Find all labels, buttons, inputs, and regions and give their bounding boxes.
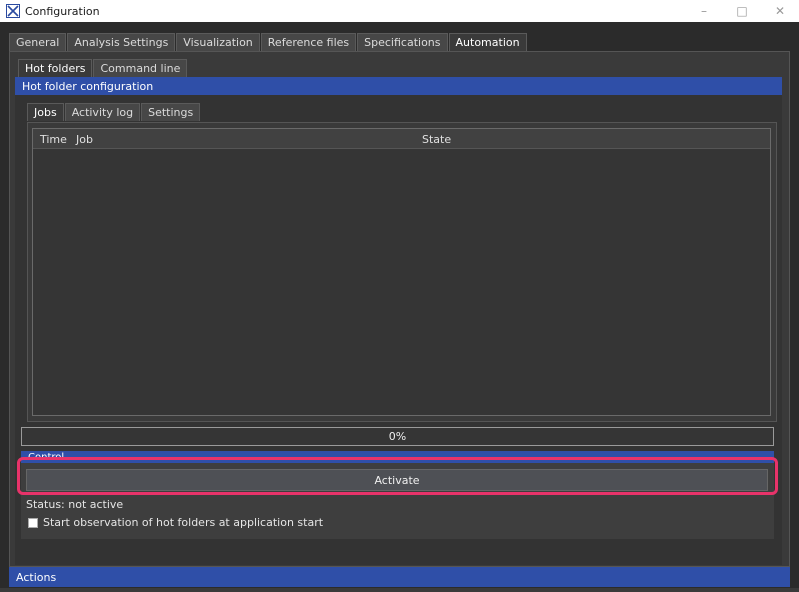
- minimize-icon[interactable]: –: [685, 0, 723, 22]
- jobs-table[interactable]: Time Job State: [32, 128, 771, 416]
- top-tab-bar: General Analysis Settings Visualization …: [9, 33, 528, 51]
- maximize-icon[interactable]: □: [723, 0, 761, 22]
- tab-activity-log[interactable]: Activity log: [64, 103, 141, 121]
- progress-bar: 0%: [21, 427, 774, 446]
- activate-button[interactable]: Activate: [26, 469, 768, 491]
- column-header-state[interactable]: State: [422, 129, 451, 149]
- tab-specifications[interactable]: Specifications: [357, 33, 448, 51]
- tab-settings[interactable]: Settings: [141, 103, 201, 121]
- sub-tab-bar: Hot folders Command line: [18, 59, 188, 77]
- actions-header: Actions: [9, 567, 790, 587]
- jobs-panel: Time Job State: [27, 122, 777, 422]
- hot-folder-content: Jobs Activity log Settings Time Job Stat…: [15, 95, 782, 565]
- inner-tab-bar: Jobs Activity log Settings: [27, 103, 201, 121]
- column-header-job[interactable]: Job: [76, 129, 93, 149]
- tab-visualization[interactable]: Visualization: [176, 33, 260, 51]
- control-box: Activate Status: not active Start observ…: [17, 457, 778, 539]
- automation-panel: Hot folders Command line Hot folder conf…: [9, 51, 790, 567]
- window-title: Configuration: [25, 4, 100, 18]
- app-logo-icon: [6, 4, 20, 18]
- dialog-body: General Analysis Settings Visualization …: [0, 22, 799, 592]
- tab-jobs[interactable]: Jobs: [27, 103, 64, 121]
- column-header-time[interactable]: Time: [40, 129, 67, 149]
- tab-automation[interactable]: Automation: [448, 33, 527, 51]
- status-text: Status: not active: [26, 498, 124, 511]
- start-observation-label: Start observation of hot folders at appl…: [43, 516, 324, 529]
- tab-analysis-settings[interactable]: Analysis Settings: [67, 33, 176, 51]
- tab-general[interactable]: General: [9, 33, 67, 51]
- bottom-strip: [0, 588, 799, 592]
- start-observation-row[interactable]: Start observation of hot folders at appl…: [28, 516, 323, 529]
- progress-text: 0%: [388, 430, 407, 443]
- jobs-table-header: Time Job State: [33, 129, 770, 149]
- tab-hot-folders[interactable]: Hot folders: [18, 59, 93, 77]
- start-observation-checkbox[interactable]: [28, 517, 38, 528]
- title-bar: Configuration – □ ✕: [0, 0, 799, 22]
- hot-folder-config-header: Hot folder configuration: [15, 77, 782, 95]
- tab-command-line[interactable]: Command line: [93, 59, 188, 77]
- close-icon[interactable]: ✕: [761, 0, 799, 22]
- control-header: Control: [21, 451, 774, 463]
- tab-reference-files[interactable]: Reference files: [260, 33, 357, 51]
